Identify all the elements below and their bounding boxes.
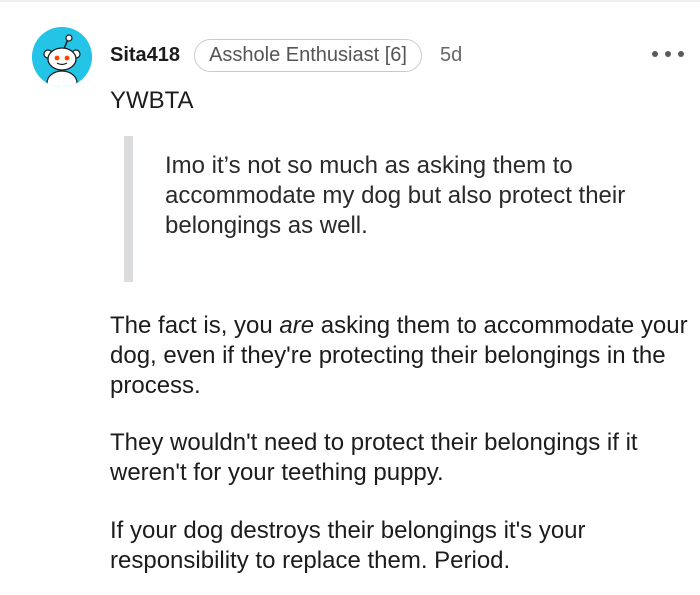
user-flair: Asshole Enthusiast [6] xyxy=(194,38,422,72)
comment-age: 5d xyxy=(439,43,463,66)
quote-bar xyxy=(124,136,133,282)
quote-text: Imo it’s not so much as asking them to a… xyxy=(165,152,626,239)
comment: Sita418 Asshole Enthusiast [6] 5d YWBTA … xyxy=(0,0,700,595)
more-dot xyxy=(665,51,671,57)
paragraph-3: If your dog destroys their belongings it… xyxy=(110,517,586,574)
paragraph-2: They wouldn't need to protect their belo… xyxy=(110,429,638,486)
paragraph-1-emphasis: are xyxy=(279,312,315,339)
avatar[interactable] xyxy=(32,27,92,87)
username[interactable]: Sita418 xyxy=(110,44,180,67)
more-dot xyxy=(678,51,684,57)
paragraph-1: The fact is, you are asking them to acco… xyxy=(110,311,690,401)
more-dot xyxy=(652,51,658,57)
blockquote: Imo it’s not so much as asking them to a… xyxy=(124,136,684,282)
verdict-text: YWBTA xyxy=(110,87,194,114)
paragraph-1-before: The fact is, you xyxy=(110,312,280,339)
comment-header: Sita418 Asshole Enthusiast [6] 5d xyxy=(110,36,462,74)
snoo-avatar-icon xyxy=(32,27,92,87)
more-options-icon[interactable] xyxy=(652,44,684,64)
